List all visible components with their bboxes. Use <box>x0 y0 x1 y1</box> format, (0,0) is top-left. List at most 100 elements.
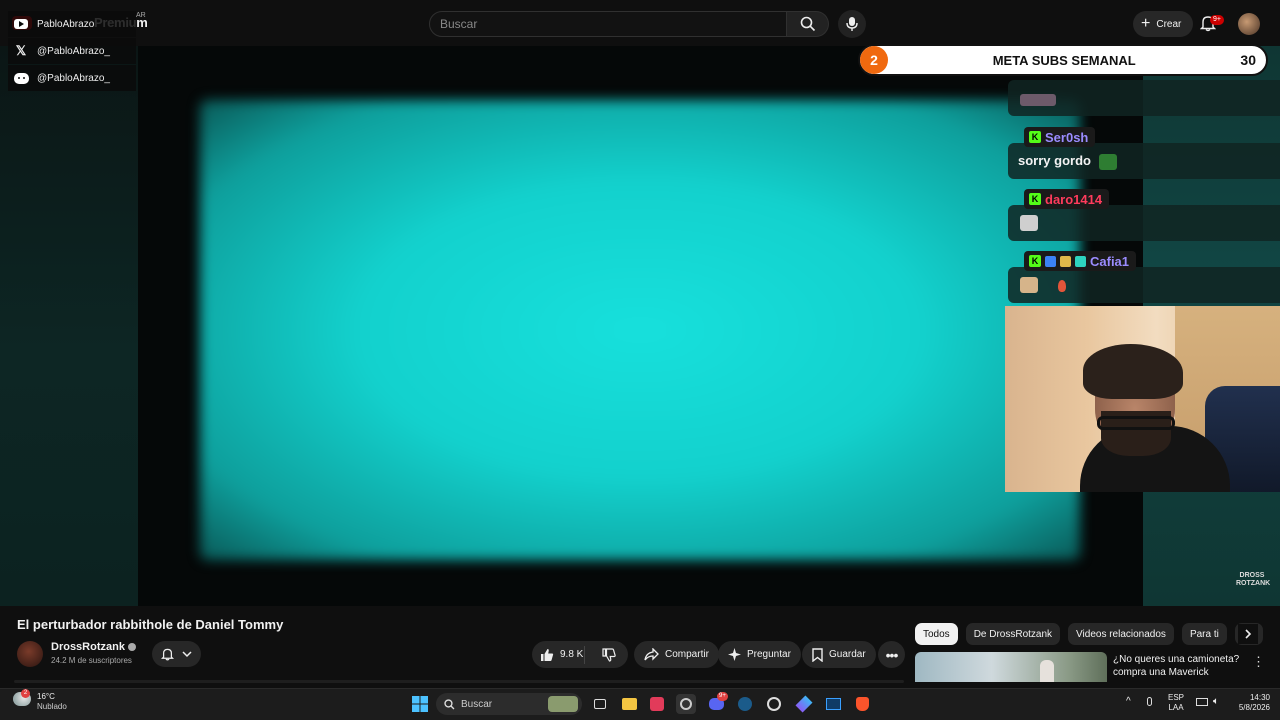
snipping-tool-icon[interactable] <box>647 694 667 714</box>
webcam-hair <box>1083 344 1183 399</box>
video-left-panel <box>0 46 138 606</box>
weather-widget[interactable]: 2 16°C Nublado <box>13 689 67 712</box>
subscription-bell-button[interactable] <box>152 641 201 667</box>
chip-related[interactable]: Videos relacionados <box>1068 623 1174 645</box>
taskbar-search-placeholder: Buscar <box>461 698 493 710</box>
notifications-badge: 9+ <box>1210 15 1224 25</box>
volume-icon[interactable]: 🔈︎ <box>1213 697 1219 707</box>
chevron-down-icon <box>182 651 192 658</box>
clock-time: 14:30 <box>1249 693 1270 702</box>
language-indicator[interactable]: ESP LAA <box>1168 693 1184 713</box>
chevron-up-icon[interactable]: ^ <box>1126 697 1131 707</box>
search-button[interactable] <box>787 11 829 37</box>
chat-username-text: Cafia1 <box>1090 253 1130 269</box>
search-box[interactable] <box>429 11 787 37</box>
create-label: Crear <box>1156 18 1182 30</box>
save-button[interactable]: Guardar <box>802 641 876 668</box>
steam-icon[interactable] <box>735 694 755 714</box>
chat-text-content: sorry gordo <box>1018 153 1091 168</box>
thumbs-down-icon <box>602 647 617 662</box>
brave-icon[interactable] <box>852 694 872 714</box>
create-button[interactable]: + Crear <box>1133 11 1194 37</box>
plus-icon: + <box>1141 15 1151 32</box>
content-divider <box>14 680 904 683</box>
save-label: Guardar <box>829 649 866 660</box>
channel-name-text: DrossRotzank <box>51 641 125 653</box>
channel-name[interactable]: DrossRotzank <box>51 641 136 653</box>
clock[interactable]: 14:30 5/8/2026 <box>1232 693 1270 713</box>
discord-badge: 9+ <box>717 692 728 701</box>
ask-button[interactable]: Preguntar <box>718 641 801 668</box>
bookmark-icon <box>812 647 823 662</box>
recommended-video-title[interactable]: ¿No queres una camioneta? compra una Mav… <box>1113 653 1243 679</box>
emote-icon <box>1020 94 1056 106</box>
like-button[interactable]: 9.8 K <box>532 645 585 664</box>
like-dislike-group: 9.8 K <box>532 641 628 668</box>
og-badge-icon <box>1075 255 1086 267</box>
gift-badge-icon <box>1060 255 1071 267</box>
sparkle-icon <box>728 648 741 661</box>
region-label: AR <box>136 12 146 19</box>
dislike-button[interactable] <box>591 647 628 662</box>
obs-icon[interactable] <box>676 694 696 714</box>
chip-for-you[interactable]: Para ti <box>1181 623 1227 645</box>
goal-title: META SUBS SEMANAL <box>992 52 1136 68</box>
channel-watermark: DROSS ROTZANK <box>1236 572 1271 587</box>
chrome-icon[interactable] <box>764 694 784 714</box>
chip-all[interactable]: Todos <box>915 623 958 645</box>
social-row-x: 𝕏 @PabloAbrazo_ <box>8 38 136 64</box>
task-view-icon[interactable] <box>590 694 610 714</box>
related-filter-chips: Todos De DrossRotzank Videos relacionado… <box>915 623 1264 645</box>
social-handle: @PabloAbrazo_ <box>37 45 110 57</box>
video-title: El perturbador rabbithole de Daniel Tomm… <box>17 617 284 632</box>
youtube-icon <box>13 16 29 32</box>
network-icon[interactable] <box>1196 698 1208 709</box>
bell-icon <box>161 648 174 661</box>
discord-icon <box>13 70 29 86</box>
editor-icon[interactable] <box>823 694 843 714</box>
recommended-video-thumbnail[interactable] <box>915 652 1107 682</box>
chat-username-text: daro1414 <box>1045 191 1103 207</box>
goal-current: 2 <box>860 46 888 74</box>
chip-channel[interactable]: De DrossRotzank <box>965 623 1061 645</box>
discord-app-icon[interactable]: 9+ <box>706 692 728 714</box>
file-explorer-icon[interactable] <box>619 694 639 714</box>
chat-username: K Cafia1 <box>1024 251 1137 271</box>
share-button[interactable]: Compartir <box>634 641 719 668</box>
weekly-subs-goal-bar: 2 META SUBS SEMANAL 30 <box>858 44 1268 76</box>
weather-badge: 2 <box>21 689 30 698</box>
chat-username: K Ser0sh <box>1024 127 1096 147</box>
taskbar-search[interactable]: Buscar <box>436 693 582 715</box>
goal-target: 30 <box>1240 52 1256 68</box>
social-handle: PabloAbrazo <box>37 18 95 30</box>
account-avatar[interactable] <box>1238 13 1260 35</box>
more-horizontal-icon: ••• <box>885 646 899 663</box>
chat-message <box>1008 205 1280 241</box>
chat-username-text: Ser0sh <box>1045 129 1089 145</box>
weather-temp: 16°C <box>37 692 55 701</box>
kick-badge-icon: K <box>1029 131 1041 143</box>
search-input[interactable] <box>430 12 786 36</box>
thumbnail-person <box>1040 660 1054 682</box>
microphone-icon <box>846 17 858 31</box>
start-button[interactable] <box>410 694 430 714</box>
streamer-webcam <box>1005 306 1280 492</box>
frog-emote-icon <box>1098 153 1117 170</box>
more-actions-button[interactable]: ••• <box>878 641 905 668</box>
subscriber-badge-icon <box>1045 255 1056 267</box>
weather-text: 16°C Nublado <box>37 692 67 712</box>
subscriber-count: 24.2 M de suscriptores <box>51 656 132 665</box>
video-screen-glow <box>200 100 1080 560</box>
app-icon[interactable] <box>794 694 814 714</box>
search-highlight-icon <box>548 696 578 712</box>
kick-badge-icon: K <box>1029 255 1041 267</box>
language-line1: ESP <box>1168 693 1185 702</box>
chevron-right-icon <box>1245 629 1252 639</box>
microphone-tray-icon[interactable] <box>1147 697 1152 709</box>
webcam-glasses <box>1097 416 1175 430</box>
voice-search-button[interactable] <box>838 10 866 38</box>
channel-avatar[interactable] <box>17 641 43 667</box>
chips-next-button[interactable] <box>1238 624 1258 644</box>
kick-badge-icon: K <box>1029 193 1041 205</box>
more-vertical-icon[interactable]: ⋮ <box>1252 654 1265 670</box>
